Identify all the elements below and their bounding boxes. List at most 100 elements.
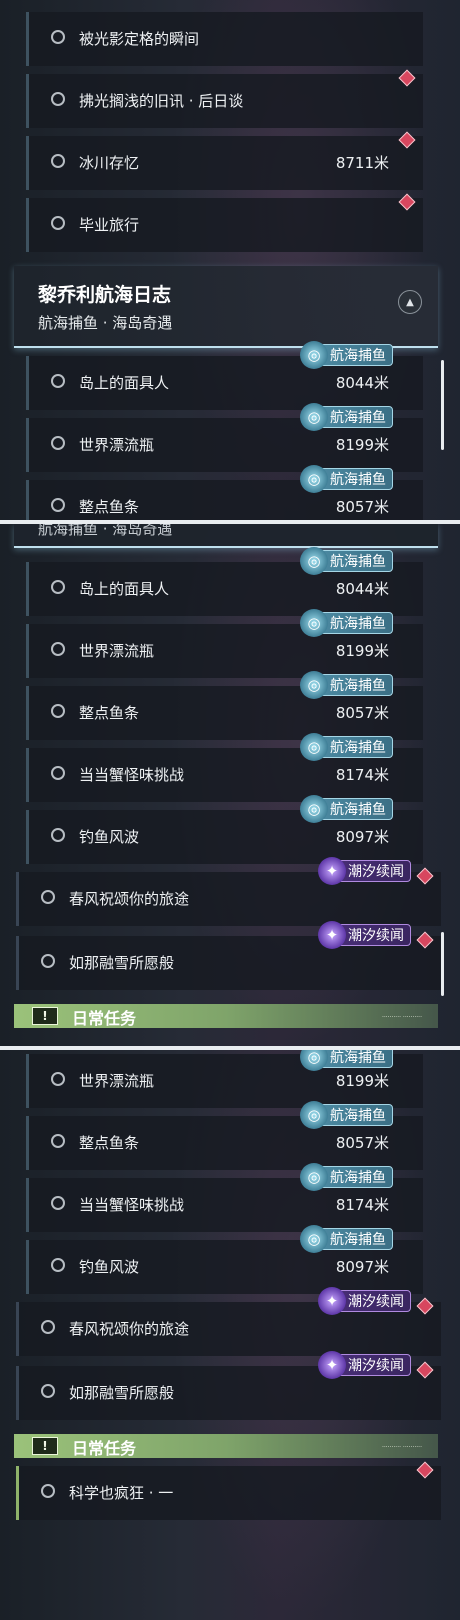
fishing-wave-icon: ◎ <box>300 733 328 761</box>
quest-item[interactable]: 春风祝颂你的旅途 ✦ 潮汐续闻 <box>16 1287 441 1356</box>
quest-distance: 8174米 <box>335 766 389 784</box>
quest-item[interactable]: 世界漂流瓶 8199米 ◎ 航海捕鱼 <box>26 609 423 678</box>
alert-flag-icon: ! <box>32 1437 58 1455</box>
quest-group-header[interactable]: 黎乔利航海日志 航海捕鱼 · 海岛奇遇 ▲ <box>14 266 438 348</box>
quest-item[interactable]: 钓鱼风波 8097米 ◎ 航海捕鱼 <box>26 1225 423 1294</box>
quest-distance: 8057米 <box>335 1134 389 1152</box>
quest-label: 整点鱼条 <box>79 498 140 516</box>
quest-radio[interactable] <box>51 374 65 388</box>
quest-item[interactable]: 如那融雪所愿般 ✦ 潮汐续闻 <box>16 921 441 990</box>
quest-radio[interactable] <box>51 30 65 44</box>
quest-radio[interactable] <box>51 216 65 230</box>
quest-item[interactable]: 如那融雪所愿般 ✦ 潮汐续闻 <box>16 1351 441 1420</box>
quest-radio[interactable] <box>41 890 55 904</box>
daily-tasks-label: 日常任务 <box>72 1439 137 1458</box>
quest-distance: 8044米 <box>335 374 389 392</box>
tracked-diamond-icon <box>416 867 434 885</box>
fishing-badge: ◎ 航海捕鱼 <box>300 547 393 575</box>
quest-item[interactable]: 整点鱼条 8057米 ◎ 航海捕鱼 <box>26 465 423 520</box>
quest-group-header[interactable]: 航海捕鱼 · 海岛奇遇 <box>14 524 438 548</box>
quest-radio[interactable] <box>51 154 65 168</box>
quest-item[interactable]: 冰川存忆 8711米 <box>26 131 423 190</box>
quest-radio[interactable] <box>51 1258 65 1272</box>
quest-radio[interactable] <box>41 1320 55 1334</box>
quest-radio[interactable] <box>41 954 55 968</box>
quest-radio[interactable] <box>51 828 65 842</box>
quest-panel-1: 被光影定格的瞬间 拂光搁浅的旧讯 · 后日谈 冰川存忆 8711米 毕业旅行 黎… <box>0 0 460 520</box>
quest-distance: 8057米 <box>335 704 389 722</box>
scrollbar[interactable] <box>441 932 444 996</box>
badge-label: 航海捕鱼 <box>330 554 386 570</box>
quest-radio[interactable] <box>51 1072 65 1086</box>
quest-item[interactable]: 被光影定格的瞬间 <box>26 12 423 66</box>
fishing-badge: ◎ 航海捕鱼 <box>300 341 393 369</box>
quest-distance: 8044米 <box>335 580 389 598</box>
quest-radio[interactable] <box>51 766 65 780</box>
quest-item[interactable]: 世界漂流瓶 8199米 ◎ 航海捕鱼 <box>26 403 423 472</box>
quest-label: 春风祝颂你的旅途 <box>69 1320 190 1338</box>
badge-label: 潮汐续闻 <box>348 928 404 944</box>
fishing-badge: ◎ 航海捕鱼 <box>300 671 393 699</box>
quest-item[interactable]: 拂光搁浅的旧讯 · 后日谈 <box>26 69 423 128</box>
quest-item[interactable]: 整点鱼条 8057米 ◎ 航海捕鱼 <box>26 1101 423 1170</box>
quest-item[interactable]: 岛上的面具人 8044米 ◎ 航海捕鱼 <box>26 341 423 410</box>
quest-radio[interactable] <box>41 1384 55 1398</box>
tide-sparkle-icon: ✦ <box>318 921 346 949</box>
quest-radio[interactable] <box>51 580 65 594</box>
badge-label: 潮汐续闻 <box>348 864 404 880</box>
fishing-wave-icon: ◎ <box>300 671 328 699</box>
quest-label: 拂光搁浅的旧讯 · 后日谈 <box>79 92 244 110</box>
tracked-diamond-icon <box>416 1361 434 1379</box>
quest-distance: 8174米 <box>335 1196 389 1214</box>
tide-badge: ✦ 潮汐续闻 <box>318 921 411 949</box>
badge-label: 航海捕鱼 <box>330 1108 386 1124</box>
quest-label: 毕业旅行 <box>79 216 140 234</box>
quest-item[interactable]: 毕业旅行 <box>26 193 423 252</box>
quest-item[interactable]: 科学也疯狂 · 一 <box>16 1461 441 1520</box>
tide-sparkle-icon: ✦ <box>318 1351 346 1379</box>
badge-label: 航海捕鱼 <box>330 802 386 818</box>
quest-label: 如那融雪所愿般 <box>69 954 175 972</box>
daily-tasks-hint: .......... .......... <box>381 1012 422 1019</box>
badge-label: 航海捕鱼 <box>330 1050 386 1066</box>
quest-label: 岛上的面具人 <box>79 580 170 598</box>
quest-label: 当当蟹怪味挑战 <box>79 1196 185 1214</box>
tracked-diamond-icon <box>416 1461 434 1479</box>
fishing-wave-icon: ◎ <box>300 609 328 637</box>
quest-item[interactable]: 岛上的面具人 8044米 ◎ 航海捕鱼 <box>26 547 423 616</box>
quest-radio[interactable] <box>51 1134 65 1148</box>
daily-tasks-header[interactable]: ! 日常任务 .......... .......... <box>14 1434 438 1458</box>
quest-distance: 8097米 <box>335 1258 389 1276</box>
quest-item[interactable]: 春风祝颂你的旅途 ✦ 潮汐续闻 <box>16 857 441 926</box>
quest-radio[interactable] <box>41 1484 55 1498</box>
quest-item[interactable]: 世界漂流瓶 8199米 ◎ 航海捕鱼 <box>26 1050 423 1108</box>
quest-label: 春风祝颂你的旅途 <box>69 890 190 908</box>
fishing-wave-icon: ◎ <box>300 341 328 369</box>
quest-item[interactable]: 当当蟹怪味挑战 8174米 ◎ 航海捕鱼 <box>26 1163 423 1232</box>
daily-tasks-header[interactable]: ! 日常任务 .......... .......... <box>14 1004 438 1028</box>
quest-radio[interactable] <box>51 436 65 450</box>
daily-tasks-label: 日常任务 <box>72 1009 137 1028</box>
quest-radio[interactable] <box>51 642 65 656</box>
tracked-diamond-icon <box>398 193 416 211</box>
quest-item[interactable]: 钓鱼风波 8097米 ◎ 航海捕鱼 <box>26 795 423 864</box>
fishing-badge: ◎ 航海捕鱼 <box>300 1163 393 1191</box>
quest-label: 被光影定格的瞬间 <box>79 30 200 48</box>
quest-radio[interactable] <box>51 704 65 718</box>
quest-item[interactable]: 当当蟹怪味挑战 8174米 ◎ 航海捕鱼 <box>26 733 423 802</box>
fishing-wave-icon: ◎ <box>300 403 328 431</box>
quest-panel-3: 世界漂流瓶 8199米 ◎ 航海捕鱼 整点鱼条 8057米 ◎ 航海捕鱼 当当蟹… <box>0 1050 460 1620</box>
scrollbar[interactable] <box>441 360 444 450</box>
quest-radio[interactable] <box>51 1196 65 1210</box>
badge-label: 航海捕鱼 <box>330 410 386 426</box>
quest-distance: 8199米 <box>335 1072 389 1090</box>
collapse-arrow-icon[interactable]: ▲ <box>398 290 422 314</box>
quest-radio[interactable] <box>51 92 65 106</box>
tracked-diamond-icon <box>398 69 416 87</box>
fishing-wave-icon: ◎ <box>300 465 328 493</box>
quest-panel-2: 航海捕鱼 · 海岛奇遇 岛上的面具人 8044米 ◎ 航海捕鱼 世界漂流瓶 81… <box>0 524 460 1046</box>
quest-label: 世界漂流瓶 <box>79 1072 155 1090</box>
quest-radio[interactable] <box>51 498 65 512</box>
group-subtitle: 航海捕鱼 · 海岛奇遇 <box>38 314 173 332</box>
quest-item[interactable]: 整点鱼条 8057米 ◎ 航海捕鱼 <box>26 671 423 740</box>
